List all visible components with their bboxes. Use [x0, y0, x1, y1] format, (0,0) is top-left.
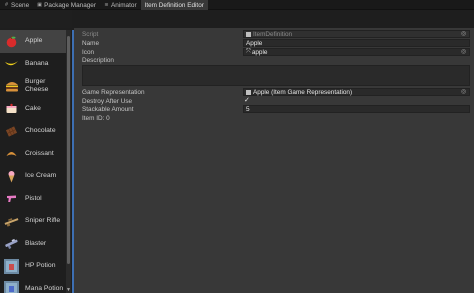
scroll-down-arrow-icon[interactable]: ▼	[66, 287, 71, 293]
script-label: Script	[82, 31, 99, 38]
tab-label: Animator	[111, 1, 137, 9]
pistol-icon	[4, 191, 19, 206]
tab-package-manager[interactable]: ▣ Package Manager	[33, 0, 100, 10]
list-item-label: Croissant	[25, 149, 54, 157]
tab-item-definition-editor[interactable]: Item Definition Editor	[140, 0, 208, 10]
sniper-rifle-icon	[4, 214, 19, 229]
package-icon: ▣	[37, 1, 42, 8]
stackable-amount-label: Stackable Amount	[82, 106, 134, 113]
hash-icon: #	[5, 1, 8, 8]
editor-tab-bar: # Scene ▣ Package Manager ≋ Animator Ite…	[0, 0, 474, 10]
script-field: ItemDefinition ◎	[243, 30, 470, 38]
burger-icon	[4, 79, 19, 94]
prefab-icon	[246, 89, 251, 95]
list-item-banana[interactable]: Banana	[0, 53, 66, 76]
list-item-label: Pistol	[25, 194, 42, 202]
list-item-label: Cake	[25, 104, 41, 112]
list-item-mana-potion[interactable]: Mana Potion	[0, 278, 66, 293]
script-icon	[246, 31, 251, 37]
name-label: Name	[82, 40, 100, 47]
ice-cream-icon	[4, 169, 19, 184]
tab-label: Scene	[11, 1, 30, 9]
tab-label: Item Definition Editor	[144, 1, 204, 9]
script-value: ItemDefinition	[253, 30, 293, 38]
game-representation-value: Apple (Item Game Representation)	[253, 88, 353, 96]
tab-label: Package Manager	[44, 1, 96, 9]
list-item-blaster[interactable]: Blaster	[0, 233, 66, 256]
destroy-after-use-checkbox[interactable]: ✓	[244, 96, 250, 104]
cake-icon	[4, 101, 19, 116]
sidebar-header	[0, 10, 72, 28]
object-picker-icon[interactable]: ◎	[461, 49, 467, 55]
list-item-chocolate[interactable]: Chocolate	[0, 120, 66, 143]
list-item-apple[interactable]: Apple	[0, 30, 66, 53]
tab-animator[interactable]: ≋ Animator	[100, 0, 141, 10]
item-id-label: Item ID: 0	[82, 115, 110, 122]
name-input[interactable]: Apple	[243, 39, 470, 47]
inspector-panel: Script ItemDefinition ◎ Name Apple Icon …	[74, 28, 474, 293]
blaster-icon	[4, 236, 19, 251]
list-item-cake[interactable]: Cake	[0, 98, 66, 121]
list-item-sniper-rifle[interactable]: Sniper Rifle	[0, 210, 66, 233]
list-item-label: Banana	[25, 59, 49, 67]
chocolate-icon	[4, 124, 19, 139]
description-label: Description	[82, 57, 114, 64]
list-item-label: Sniper Rifle	[25, 217, 61, 225]
object-picker-icon[interactable]: ◎	[461, 31, 467, 37]
description-textarea[interactable]	[82, 65, 470, 86]
croissant-icon	[4, 146, 19, 161]
animator-icon: ≋	[104, 1, 109, 8]
icon-field[interactable]: ⤧ apple ◎	[243, 48, 470, 56]
game-representation-field[interactable]: Apple (Item Game Representation) ◎	[243, 88, 470, 96]
list-item-label: Apple	[25, 37, 43, 45]
list-item-croissant[interactable]: Croissant	[0, 143, 66, 166]
item-list: Apple Banana Burger Cheese Cake Chocolat…	[0, 30, 66, 293]
banana-icon	[4, 56, 19, 71]
list-item-label: Burger Cheese	[25, 78, 49, 94]
game-representation-label: Game Representation	[82, 89, 145, 96]
list-item-label: HP Potion	[25, 262, 56, 270]
mana-potion-icon	[4, 281, 19, 293]
sprite-icon: ⤧	[246, 48, 251, 55]
scrollbar-thumb[interactable]	[67, 36, 70, 264]
list-item-pistol[interactable]: Pistol	[0, 188, 66, 211]
list-item-hp-potion[interactable]: HP Potion	[0, 255, 66, 278]
list-item-burger-cheese[interactable]: Burger Cheese	[0, 75, 66, 98]
icon-value: apple	[251, 48, 268, 56]
item-list-scrollbar[interactable]: ▼	[66, 30, 71, 293]
list-item-label: Blaster	[25, 239, 47, 247]
object-picker-icon[interactable]: ◎	[461, 89, 467, 95]
list-item-ice-cream[interactable]: Ice Cream	[0, 165, 66, 188]
list-item-label: Chocolate	[25, 127, 56, 135]
stackable-amount-input[interactable]: 5	[243, 105, 470, 113]
list-item-label: Ice Cream	[25, 172, 57, 180]
apple-icon	[4, 34, 19, 49]
hp-potion-icon	[4, 258, 19, 274]
tab-scene[interactable]: # Scene	[0, 0, 33, 10]
list-item-label: Mana Potion	[25, 284, 64, 292]
